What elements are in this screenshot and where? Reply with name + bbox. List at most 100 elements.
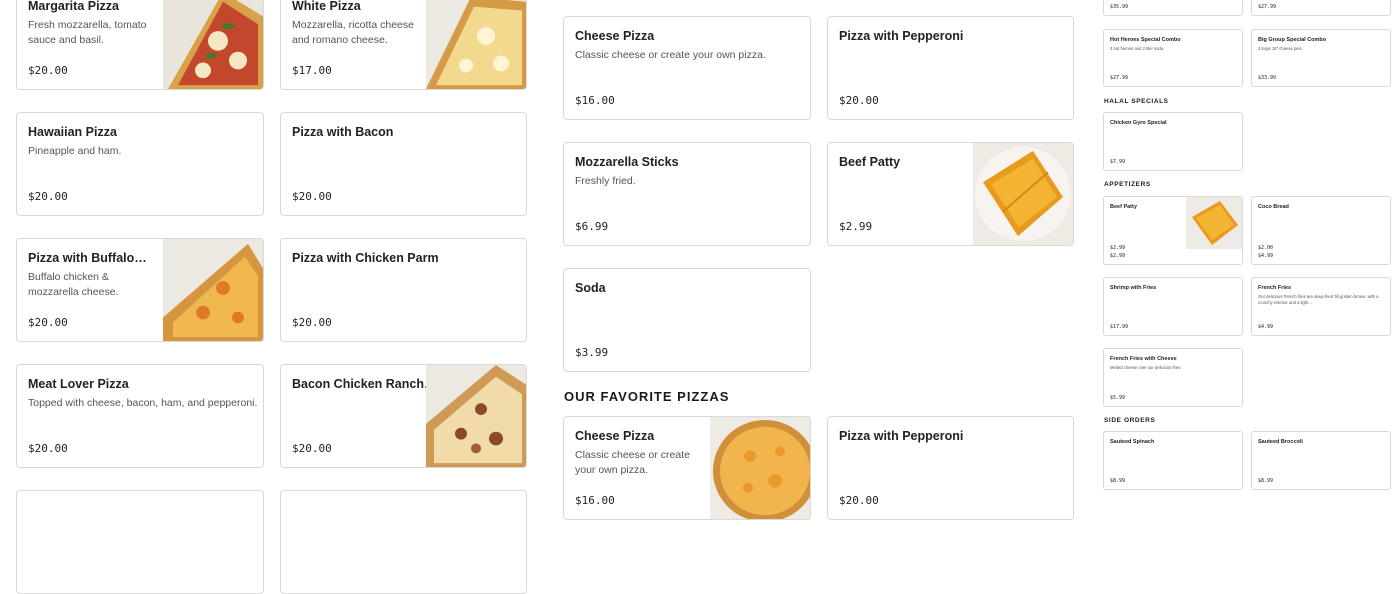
menu-item-card[interactable]: Mozzarella Sticks Freshly fried. $6.99 [563,142,811,246]
menu-item-card[interactable]: Hawaiian Pizza Pineapple and ham. $20.00 [16,112,264,216]
item-price: $20.00 [28,316,68,329]
item-name: Beef Patty [839,155,901,169]
item-description: Freshly fried. [575,175,636,187]
item-price: $6.99 [575,220,609,233]
menu-item-card[interactable]: Sauteed Broccoli $8.99 [1251,431,1391,490]
menu-item-card[interactable]: Margarita Pizza Fresh mozzarella, tomato… [16,0,264,90]
white-pizza-image [426,0,526,89]
item-name: White Pizza [292,0,361,13]
beef-patty-image [1186,197,1242,249]
item-price: $20.00 [292,442,332,455]
menu-item-card[interactable]: Coco Bread $2.00 $4.99 [1251,196,1391,265]
item-name: Beef Patty [1110,204,1137,210]
item-name: Cheese Pizza [575,29,655,43]
item-name: Margarita Pizza [28,0,120,13]
item-name: Sauteed Broccoli [1258,439,1303,445]
item-price: $16.00 [575,494,615,507]
menu-item-card[interactable]: Shrimp with Fries $17.99 [1103,277,1243,336]
item-price: $35.99 [1110,4,1129,10]
menu-item-card[interactable]: Meat Lover Pizza Topped with cheese, bac… [16,364,264,468]
item-name: Bacon Chicken Ranch… [292,377,437,391]
item-price: $17.00 [292,64,332,77]
section-title: HALAL SPECIALS [1104,98,1169,105]
menu-item-card[interactable]: Beef Patty $2.99 [827,142,1074,246]
item-price: $20.00 [839,94,879,107]
item-price: $8.99 [1258,478,1274,484]
item-price: $5.99 [1110,395,1126,401]
item-description: 2 large 18" cheese pies. [1258,46,1303,51]
menu-item-card[interactable]: Pizza with Pepperoni $20.00 [827,416,1074,520]
item-description: 3 hot heroes and 2 liter soda. [1110,46,1165,51]
item-name: Pizza with Buffalo… [28,251,147,265]
menu-item-card[interactable]: $35.99 [1103,0,1243,16]
item-description: Buffalo chicken & mozzarella cheese. [28,271,119,298]
margarita-pizza-image [163,0,263,89]
item-price: $20.00 [292,316,332,329]
item-price: $20.00 [839,494,879,507]
menu-item-card[interactable]: French Fries with Cheese Melted cheese o… [1103,348,1243,407]
item-name: Shrimp with Fries [1110,285,1157,291]
item-description: Pineapple and ham. [28,145,122,157]
menu-item-card[interactable]: Cheese Pizza Classic cheese or create yo… [563,16,811,120]
menu-item-card[interactable]: French Fries Our delicious French fries … [1251,277,1391,336]
section-title: OUR FAVORITE PIZZAS [564,389,730,404]
menu-item-card[interactable] [280,490,527,594]
menu-item-card[interactable]: Pizza with Chicken Parm $20.00 [280,238,527,342]
item-name: Coco Bread [1258,204,1289,210]
item-name: Soda [575,281,606,295]
item-description: Mozzarella, ricotta cheese and romano ch… [292,19,414,46]
menu-item-card[interactable]: Bacon Chicken Ranch… $20.00 [280,364,527,468]
menu-item-card[interactable]: Big Group Special Combo 2 large 18" chee… [1251,29,1391,87]
menu-item-card[interactable]: White Pizza Mozzarella, ricotta cheese a… [280,0,527,90]
cheese-pizza-image [710,417,810,519]
menu-item-card[interactable]: Beef Patty $2.99 $2.99 [1103,196,1243,265]
item-price-secondary: $4.99 [1258,253,1274,259]
section-title: SIDE ORDERS [1104,417,1156,424]
item-description: Classic cheese or create your own pizza. [575,49,766,61]
item-price: $17.99 [1110,324,1129,330]
item-name: Sauteed Spinach [1110,439,1155,445]
menu-item-card[interactable]: Chicken Gyro Special $7.99 [1103,112,1243,171]
menu-item-card[interactable]: Pizza with Pepperoni $20.00 [827,16,1074,120]
item-name: Meat Lover Pizza [28,377,129,391]
item-price: $33.99 [1258,75,1277,81]
menu-item-card[interactable]: Hot Heroes Special Combo 3 hot heroes an… [1103,29,1243,87]
menu-item-card[interactable] [16,490,264,594]
item-price: $7.99 [1110,159,1126,165]
menu-item-card[interactable]: Sauteed Spinach $8.99 [1103,431,1243,490]
item-price: $2.99 [1110,245,1126,251]
item-name: Big Group Special Combo [1258,37,1327,43]
item-name: French Fries with Cheese [1110,356,1177,362]
menu-item-card[interactable]: Pizza with Bacon $20.00 [280,112,527,216]
item-description: Topped with cheese, bacon, ham, and pepp… [28,397,258,409]
item-price: $20.00 [28,64,68,77]
item-name: Chicken Gyro Special [1110,120,1167,126]
item-price-secondary: $2.99 [1110,253,1126,259]
item-price: $2.00 [1258,245,1274,251]
item-price: $20.00 [28,190,68,203]
buffalo-chicken-pizza-image [163,239,263,341]
item-price: $2.99 [839,220,873,233]
item-name: Pizza with Chicken Parm [292,251,439,265]
item-description: Our delicious French fries are deep-frie… [1258,294,1379,305]
menu-item-card[interactable]: $27.99 [1251,0,1391,16]
item-name: Pizza with Bacon [292,125,394,139]
item-price: $20.00 [28,442,68,455]
item-price: $27.99 [1258,4,1277,10]
item-name: Pizza with Pepperoni [839,429,964,443]
item-name: Hot Heroes Special Combo [1110,37,1181,43]
bacon-chicken-ranch-pizza-image [426,365,526,467]
item-price: $20.00 [292,190,332,203]
item-name: French Fries [1258,285,1292,291]
menu-item-card[interactable]: Soda $3.99 [563,268,811,372]
item-description: Classic cheese or create your own pizza. [575,449,690,476]
item-price: $3.99 [575,346,609,359]
item-name: Mozzarella Sticks [575,155,679,169]
item-name: Pizza with Pepperoni [839,29,964,43]
item-name: Cheese Pizza [575,429,655,443]
item-name: Hawaiian Pizza [28,125,117,139]
item-price: $16.00 [575,94,615,107]
menu-item-card[interactable]: Pizza with Buffalo… Buffalo chicken & mo… [16,238,264,342]
menu-item-card[interactable]: Cheese Pizza Classic cheese or create yo… [563,416,811,520]
item-price: $4.99 [1258,324,1274,330]
